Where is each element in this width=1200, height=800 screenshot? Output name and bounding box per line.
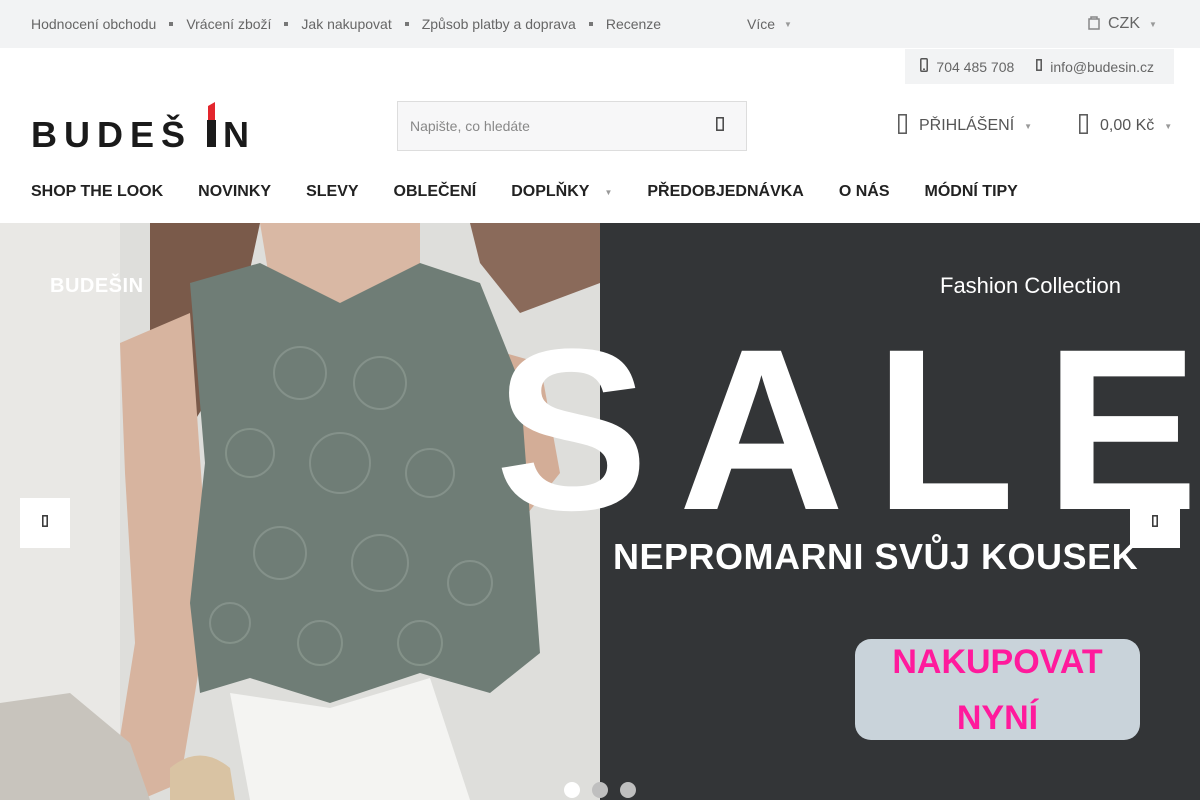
search-button[interactable]	[694, 102, 746, 150]
nav-slevy[interactable]: SLEVY	[306, 183, 358, 201]
carousel-prev-button[interactable]	[20, 498, 70, 548]
separator	[284, 22, 289, 26]
chevron-down-icon: ▼	[604, 187, 613, 197]
cart-total: 0,00 Kč	[1100, 117, 1155, 134]
chevron-down-icon: ▼	[1024, 121, 1033, 131]
nav-modni-tipy[interactable]: MÓDNÍ TIPY	[925, 183, 1018, 201]
hero-collection: Fashion Collection	[940, 273, 1121, 298]
sale-label: SALE	[495, 301, 1195, 531]
cta-line-2: NYNÍ	[956, 698, 1039, 737]
cart-button[interactable]: 0,00 Kč ▼	[1079, 100, 1172, 152]
hero-carousel: BUDEŠIN Fashion Collection SALE NEPROMAR…	[0, 223, 1200, 800]
chevron-down-icon: ▼	[784, 19, 792, 29]
separator	[404, 22, 409, 26]
nav-doplnky[interactable]: DOPLŇKY ▼	[511, 183, 612, 201]
carousel-dot-1[interactable]	[564, 782, 580, 798]
top-link-reviews-shop[interactable]: Hodnocení obchodu	[31, 16, 156, 32]
carousel-dots	[564, 782, 636, 798]
top-link-how-to-buy[interactable]: Jak nakupovat	[301, 16, 391, 32]
carousel-dot-2[interactable]	[592, 782, 608, 798]
nav-o-nas[interactable]: O NÁS	[839, 183, 890, 201]
chevron-left-icon	[42, 514, 48, 532]
logo[interactable]: BUDEŠ N	[31, 100, 261, 155]
logo-text-left: BUDEŠ	[31, 113, 192, 152]
chevron-down-icon: ▼	[1164, 121, 1173, 131]
carousel-dot-3[interactable]	[620, 782, 636, 798]
nav-shop-the-look[interactable]: SHOP THE LOOK	[31, 183, 163, 201]
svg-text:N: N	[223, 114, 249, 152]
carousel-next-button[interactable]	[1130, 498, 1180, 548]
phone-icon	[920, 58, 929, 75]
currency-icon	[1088, 15, 1100, 33]
more-label: Více	[747, 16, 776, 32]
cart-icon	[1079, 113, 1088, 139]
search-icon	[716, 116, 724, 136]
nav-obleceni[interactable]: OBLEČENÍ	[394, 183, 477, 201]
shop-now-button[interactable]: NAKUPOVAT NYNÍ	[855, 639, 1140, 740]
separator	[169, 22, 174, 26]
search-box	[397, 101, 747, 151]
email-address: info@budesin.cz	[1050, 58, 1154, 75]
separator	[588, 22, 593, 26]
hero-brand: BUDEŠIN	[50, 275, 144, 297]
login-label: PŘIHLÁŠENÍ	[919, 117, 1015, 134]
top-links: Hodnocení obchodu Vrácení zboží Jak naku…	[31, 0, 661, 48]
top-link-returns[interactable]: Vrácení zboží	[186, 16, 271, 32]
main-nav: SHOP THE LOOK NOVINKY SLEVY OBLEČENÍ DOP…	[31, 170, 1053, 214]
contact-strip: 704 485 708 info@budesin.cz	[905, 49, 1174, 84]
chevron-down-icon: ▼	[1149, 19, 1157, 29]
search-input[interactable]	[398, 102, 694, 150]
currency-label: CZK	[1108, 15, 1140, 32]
top-link-payment-shipping[interactable]: Způsob platby a doprava	[422, 16, 576, 32]
email-link[interactable]: info@budesin.cz	[1036, 59, 1154, 75]
login-button[interactable]: PŘIHLÁŠENÍ ▼	[898, 100, 1032, 152]
top-bar: Hodnocení obchodu Vrácení zboží Jak naku…	[0, 0, 1200, 48]
user-icon	[898, 113, 907, 139]
nav-predobjednavka[interactable]: PŘEDOBJEDNÁVKA	[647, 183, 803, 201]
email-icon	[1036, 59, 1043, 74]
currency-selector[interactable]: CZK ▼	[1088, 0, 1157, 48]
phone-number: 704 485 708	[936, 58, 1015, 75]
nav-novinky[interactable]: NOVINKY	[198, 183, 271, 201]
top-link-reviews[interactable]: Recenze	[606, 16, 661, 32]
chevron-right-icon	[1152, 514, 1158, 532]
more-menu[interactable]: Více ▼	[747, 0, 792, 48]
cta-line-1: NAKUPOVAT	[892, 642, 1103, 681]
hero-sale-text: SALE	[495, 301, 1198, 558]
phone-link[interactable]: 704 485 708	[920, 58, 1014, 75]
hero-tagline: NEPROMARNI SVŮJ KOUSEK	[613, 536, 1139, 577]
nav-doplnky-label: DOPLŇKY	[511, 183, 590, 200]
